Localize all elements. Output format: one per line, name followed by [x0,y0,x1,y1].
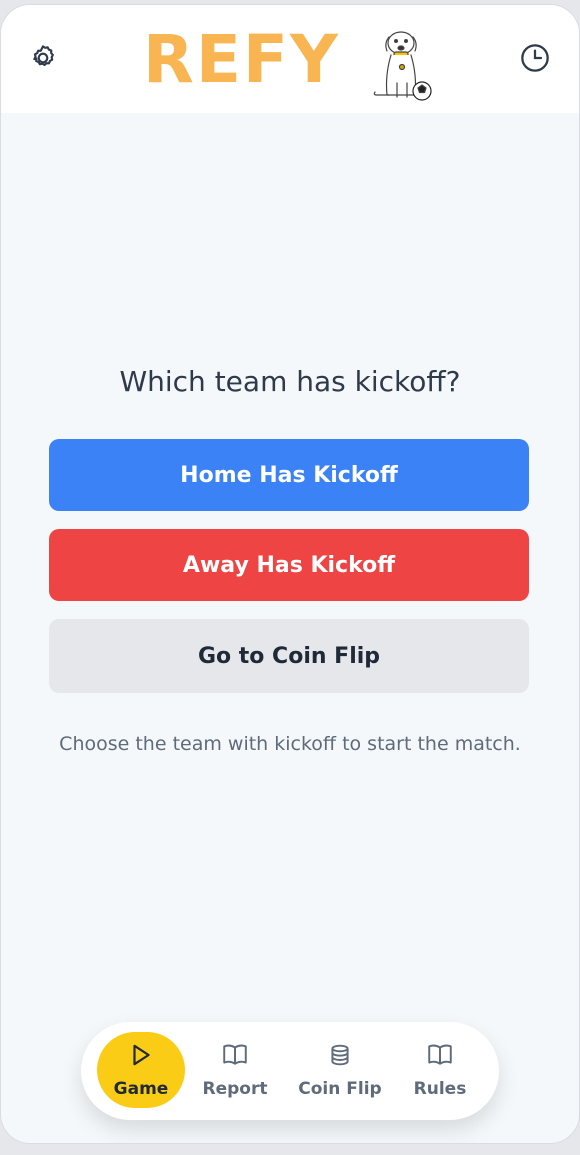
settings-button[interactable] [23,40,63,80]
nav-item-coin-flip[interactable]: Coin Flip [295,1032,385,1108]
book-icon [221,1042,249,1073]
coin-flip-button[interactable]: Go to Coin Flip [49,619,529,693]
clock-icon [519,42,551,78]
nav-label-report: Report [202,1078,268,1099]
mascot-dog-image [371,25,437,105]
history-button[interactable] [515,40,555,80]
nav-label-rules: Rules [413,1078,467,1099]
home-kickoff-button[interactable]: Home Has Kickoff [49,439,529,511]
nav-item-game[interactable]: Game [97,1032,185,1108]
nav-label-coin-flip: Coin Flip [298,1078,382,1099]
kickoff-question: Which team has kickoff? [119,365,461,398]
nav-item-report[interactable]: Report [197,1032,273,1108]
app-screen: REFY Which team has kickoff? Home Has Ki… [0,4,580,1144]
gear-icon [27,42,59,78]
app-logo: REFY [143,21,340,98]
play-icon [128,1042,154,1073]
header: REFY [1,5,579,113]
bottom-nav: Game Report Coin Flip Rules [81,1022,499,1120]
coins-icon [327,1042,353,1073]
hint-text: Choose the team with kickoff to start th… [59,733,521,755]
away-kickoff-button[interactable]: Away Has Kickoff [49,529,529,601]
book-icon [426,1042,454,1073]
nav-label-game: Game [113,1078,169,1099]
nav-item-rules[interactable]: Rules [405,1032,475,1108]
